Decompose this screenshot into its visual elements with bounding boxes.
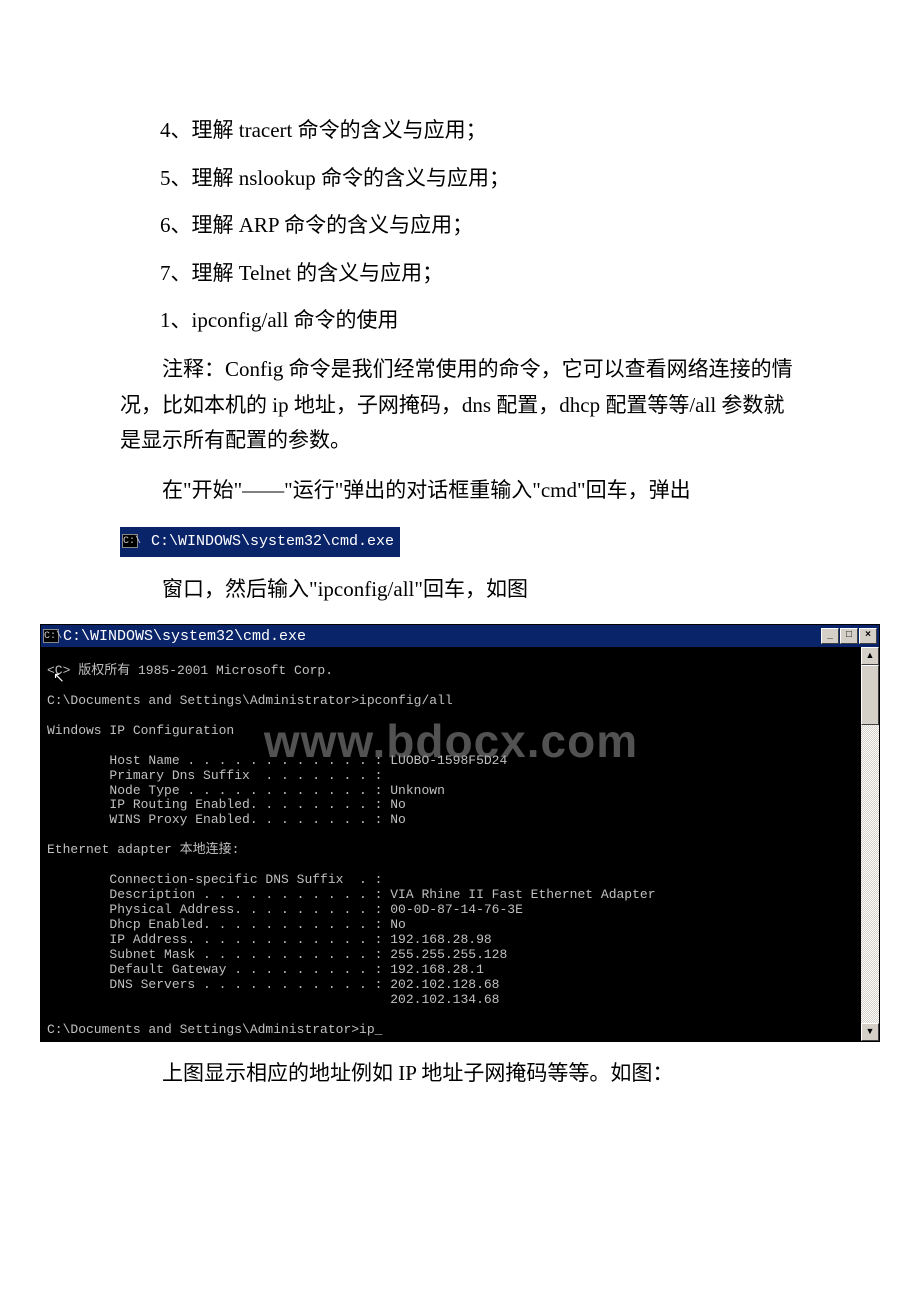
window-controls: _ □ ×: [821, 628, 877, 644]
list-item-6: 6、理解 ARP 命令的含义与应用；: [160, 209, 800, 243]
list-item-5: 5、理解 nslookup 命令的含义与应用；: [160, 162, 800, 196]
list-item-4: 4、理解 tracert 命令的含义与应用；: [160, 114, 800, 148]
list-item-7: 7、理解 Telnet 的含义与应用；: [160, 257, 800, 291]
list-item-1: 1、ipconfig/all 命令的使用: [160, 304, 800, 338]
paragraph-instruction-2: 窗口，然后输入"ipconfig/all"回车，如图: [120, 572, 800, 608]
cmd-line: Connection-specific DNS Suffix . :: [47, 872, 382, 887]
scrollbar-vertical[interactable]: ▲ ▼: [861, 647, 879, 1041]
cmd-line: Dhcp Enabled. . . . . . . . . . . : No: [47, 917, 406, 932]
cmd-line: <C> 版权所有 1985-2001 Microsoft Corp.: [47, 663, 333, 678]
cmd-line: IP Address. . . . . . . . . . . . : 192.…: [47, 932, 492, 947]
cmd-line: Host Name . . . . . . . . . . . . : LUOB…: [47, 753, 507, 768]
cmd-line: Subnet Mask . . . . . . . . . . . : 255.…: [47, 947, 507, 962]
scroll-up-button[interactable]: ▲: [861, 647, 879, 665]
close-button[interactable]: ×: [859, 628, 877, 644]
cmd-title-text-small: C:\WINDOWS\system32\cmd.exe: [142, 533, 394, 550]
cmd-line: WINS Proxy Enabled. . . . . . . . : No: [47, 812, 406, 827]
cmd-title-text: C:\WINDOWS\system32\cmd.exe: [63, 628, 306, 645]
cmd-line: C:\Documents and Settings\Administrator>…: [47, 693, 453, 708]
cmd-window: C:\ C:\WINDOWS\system32\cmd.exe _ □ × ↖w…: [40, 624, 880, 1042]
scroll-down-button[interactable]: ▼: [861, 1023, 879, 1041]
paragraph-instruction-1: 在"开始"——"运行"弹出的对话框重输入"cmd"回车，弹出: [120, 473, 800, 509]
paragraph-summary: 上图显示相应的地址例如 IP 地址子网掩码等等。如图：: [120, 1056, 800, 1092]
cmd-line: Node Type . . . . . . . . . . . . : Unkn…: [47, 783, 445, 798]
scroll-track[interactable]: [861, 665, 879, 1023]
cmd-titlebar-small: C:\ C:\WINDOWS\system32\cmd.exe: [120, 527, 400, 557]
cmd-line: Description . . . . . . . . . . . : VIA …: [47, 887, 656, 902]
cmd-output: ↖www.bdocx.com<C> 版权所有 1985-2001 Microso…: [41, 647, 861, 1041]
inline-titlebar-row: C:\ C:\WINDOWS\system32\cmd.exe: [120, 523, 800, 559]
scroll-thumb[interactable]: [861, 665, 879, 725]
cmd-icon: C:\: [122, 534, 138, 548]
cmd-titlebar: C:\ C:\WINDOWS\system32\cmd.exe _ □ ×: [41, 625, 879, 647]
cmd-icon: C:\: [43, 629, 59, 643]
cmd-line: IP Routing Enabled. . . . . . . . : No: [47, 797, 406, 812]
cmd-line: Primary Dns Suffix . . . . . . . :: [47, 768, 382, 783]
cmd-line: Windows IP Configuration: [47, 723, 234, 738]
cmd-line: Default Gateway . . . . . . . . . : 192.…: [47, 962, 484, 977]
paragraph-note: 注释：Config 命令是我们经常使用的命令，它可以查看网络连接的情况，比如本机…: [120, 352, 800, 459]
minimize-button[interactable]: _: [821, 628, 839, 644]
cmd-line: 202.102.134.68: [47, 992, 499, 1007]
cmd-line: Physical Address. . . . . . . . . : 00-0…: [47, 902, 523, 917]
cmd-line: Ethernet adapter 本地连接:: [47, 842, 239, 857]
cmd-line: C:\Documents and Settings\Administrator>…: [47, 1022, 382, 1037]
cmd-line: DNS Servers . . . . . . . . . . . : 202.…: [47, 977, 499, 992]
maximize-button[interactable]: □: [840, 628, 858, 644]
